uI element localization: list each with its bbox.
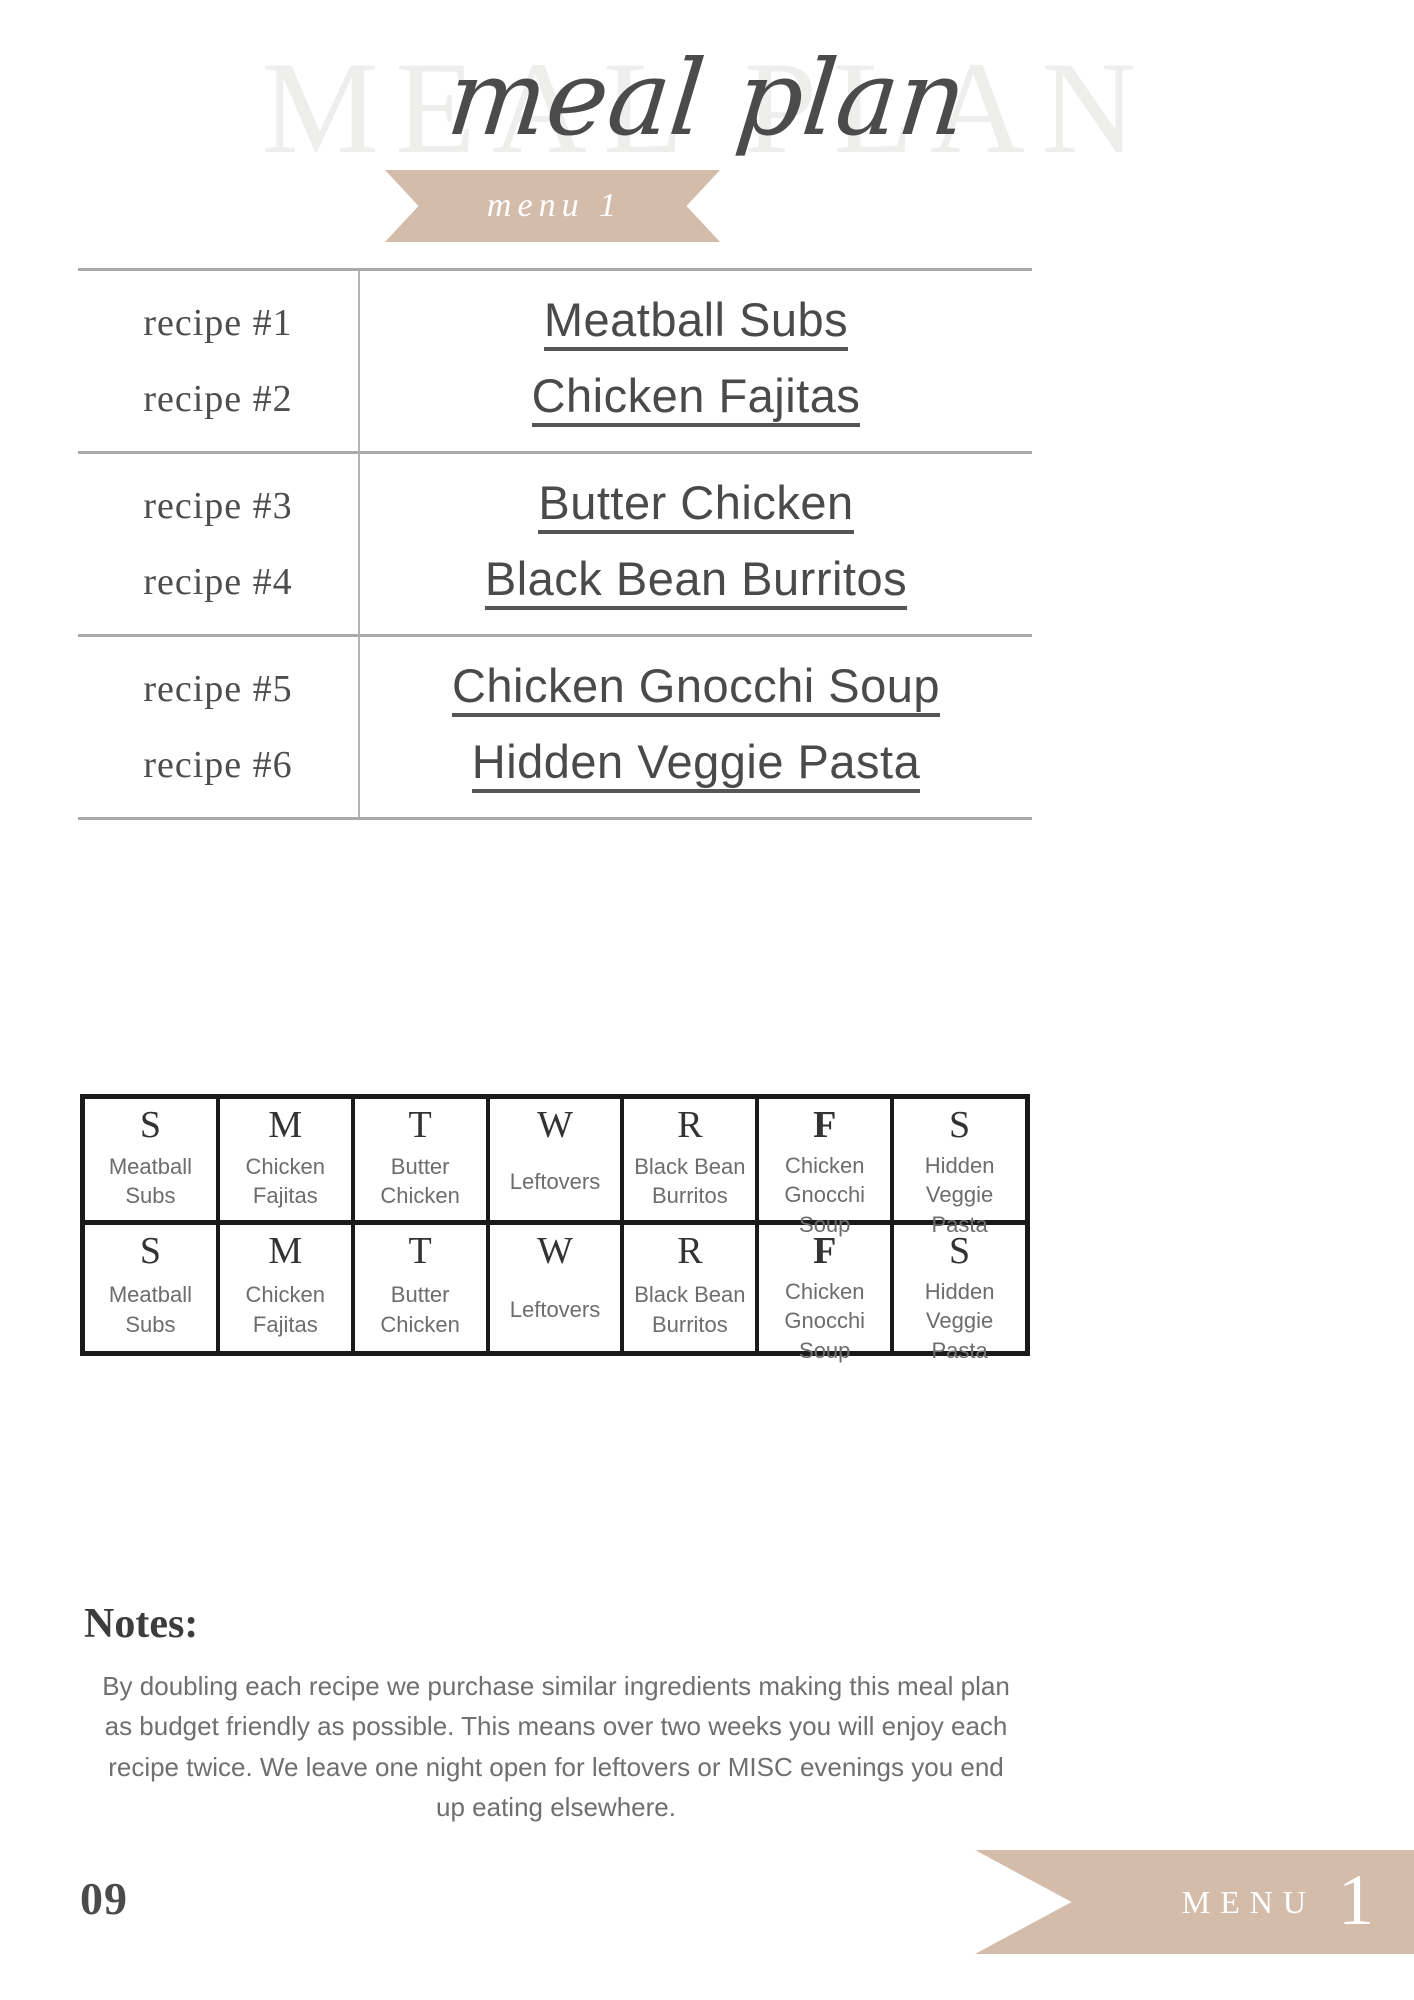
calendar-cell[interactable]: M Chicken Fajitas [220, 1225, 355, 1351]
calendar-cell[interactable]: W Leftovers [490, 1225, 625, 1351]
calendar-day-letter: M [268, 1230, 303, 1272]
calendar-cell[interactable]: F Chicken Gnocchi Soup [759, 1225, 895, 1363]
calendar-day-letter: S [949, 1230, 971, 1272]
calendar-cell[interactable]: T Butter Chicken [355, 1099, 490, 1220]
calendar-cell[interactable]: S Hidden Veggie Pasta [894, 1225, 1025, 1363]
calendar-cell[interactable]: S Meatball Subs [85, 1225, 220, 1351]
calendar-day-letter: F [813, 1104, 837, 1146]
recipe-group: recipe #3 recipe #4 Butter Chicken Black… [78, 451, 1032, 634]
recipe-label: recipe #3 [143, 485, 293, 527]
calendar-cell[interactable]: S Meatball Subs [85, 1099, 220, 1220]
calendar-cell[interactable]: S Hidden Veggie Pasta [894, 1099, 1025, 1237]
calendar-meal: Chicken Fajitas [245, 1282, 326, 1337]
calendar-cell[interactable]: T Butter Chicken [355, 1225, 490, 1351]
calendar-day-letter: W [537, 1230, 573, 1272]
calendar-meal: Butter Chicken [380, 1282, 460, 1337]
calendar-day-letter: M [268, 1104, 303, 1146]
calendar-meal: Black Bean Burritos [634, 1282, 746, 1337]
recipe-label: recipe #4 [143, 561, 293, 603]
recipe-label: recipe #5 [143, 668, 293, 710]
calendar-cell[interactable]: W Leftovers [490, 1099, 625, 1220]
recipe-name-row: Meatball Subs [360, 285, 1032, 361]
recipe-name[interactable]: Meatball Subs [543, 295, 849, 351]
calendar-meal: Black Bean Burritos [634, 1153, 746, 1209]
recipe-name-row: Butter Chicken [360, 468, 1032, 544]
calendar-meal: Butter Chicken [380, 1153, 460, 1209]
menu-ribbon-bottom-label: MENU [1181, 1883, 1316, 1920]
calendar-day-letter: S [139, 1104, 161, 1146]
calendar-meal: Chicken Gnocchi Soup [784, 1278, 866, 1364]
page-header: MEAL PLAN meal plan [0, 0, 1414, 250]
calendar-meal: Meatball Subs [108, 1153, 192, 1209]
recipe-name-column: Chicken Gnocchi Soup Hidden Veggie Pasta [360, 637, 1032, 817]
calendar-meal: Meatball Subs [108, 1282, 192, 1337]
calendar-cell[interactable]: R Black Bean Burritos [624, 1225, 760, 1351]
recipe-label: recipe #1 [143, 302, 293, 344]
calendar-day-letter: F [813, 1230, 837, 1272]
recipe-name[interactable]: Chicken Fajitas [531, 371, 861, 427]
menu-ribbon-bottom: MENU 1 [975, 1850, 1414, 1954]
recipe-name[interactable]: Hidden Veggie Pasta [471, 737, 921, 793]
meal-plan-page: MEAL PLAN meal plan menu 1 recipe #1 rec… [0, 0, 1414, 2000]
recipe-name-row: Chicken Fajitas [360, 361, 1032, 437]
recipe-name-row: Black Bean Burritos [360, 544, 1032, 620]
calendar-meal: Leftovers [509, 1168, 601, 1194]
page-number: 09 [80, 1873, 128, 1924]
calendar-day-letter: T [408, 1230, 432, 1272]
menu-ribbon-top: menu 1 [385, 170, 720, 242]
recipe-name-row: Hidden Veggie Pasta [360, 727, 1032, 803]
menu-ribbon-bottom-number: 1 [1338, 1860, 1374, 1940]
calendar-day-letter: S [139, 1230, 161, 1272]
recipe-name[interactable]: Chicken Gnocchi Soup [451, 661, 941, 717]
calendar-cell[interactable]: R Black Bean Burritos [624, 1099, 760, 1220]
calendar-meal: Hidden Veggie Pasta [924, 1278, 995, 1364]
notes-section: Notes: By doubling each recipe we purcha… [84, 1600, 1028, 1827]
calendar-day-letter: S [949, 1104, 971, 1146]
calendar-day-letter: T [408, 1104, 432, 1146]
recipe-name-column: Butter Chicken Black Bean Burritos [360, 454, 1032, 634]
recipe-table: recipe #1 recipe #2 Meatball Subs Chicke… [78, 268, 1032, 820]
calendar-week-row: S Meatball Subs M Chicken Fajitas T Butt… [85, 1225, 1025, 1363]
recipe-group: recipe #1 recipe #2 Meatball Subs Chicke… [78, 268, 1032, 451]
recipe-name[interactable]: Butter Chicken [538, 478, 854, 534]
calendar-week-row: S Meatball Subs M Chicken Fajitas T Butt… [85, 1099, 1025, 1237]
recipe-name-column: Meatball Subs Chicken Fajitas [360, 271, 1032, 451]
recipe-name[interactable]: Black Bean Burritos [484, 554, 908, 610]
menu-ribbon-top-label: menu 1 [486, 187, 623, 224]
calendar-cell[interactable]: M Chicken Fajitas [220, 1099, 355, 1220]
recipe-group: recipe #5 recipe #6 Chicken Gnocchi Soup… [78, 634, 1032, 820]
notes-title: Notes: [84, 1601, 199, 1647]
notes-body: By doubling each recipe we purchase simi… [102, 1671, 1010, 1822]
page-title: meal plan [441, 37, 973, 159]
recipe-label-column: recipe #1 recipe #2 [78, 271, 360, 451]
recipe-label: recipe #6 [143, 744, 293, 786]
weekly-calendar-grid: S Meatball Subs M Chicken Fajitas T Butt… [80, 1094, 1030, 1363]
recipe-label-column: recipe #5 recipe #6 [78, 637, 360, 817]
calendar-day-letter: W [537, 1104, 573, 1146]
calendar-day-letter: R [677, 1104, 703, 1146]
calendar-cell[interactable]: F Chicken Gnocchi Soup [759, 1099, 895, 1237]
calendar-meal: Leftovers [509, 1297, 601, 1323]
recipe-name-row: Chicken Gnocchi Soup [360, 651, 1032, 727]
recipe-label: recipe #2 [143, 378, 293, 420]
calendar-day-letter: R [677, 1230, 703, 1272]
calendar-meal: Chicken Fajitas [245, 1153, 326, 1209]
recipe-label-column: recipe #3 recipe #4 [78, 454, 360, 634]
